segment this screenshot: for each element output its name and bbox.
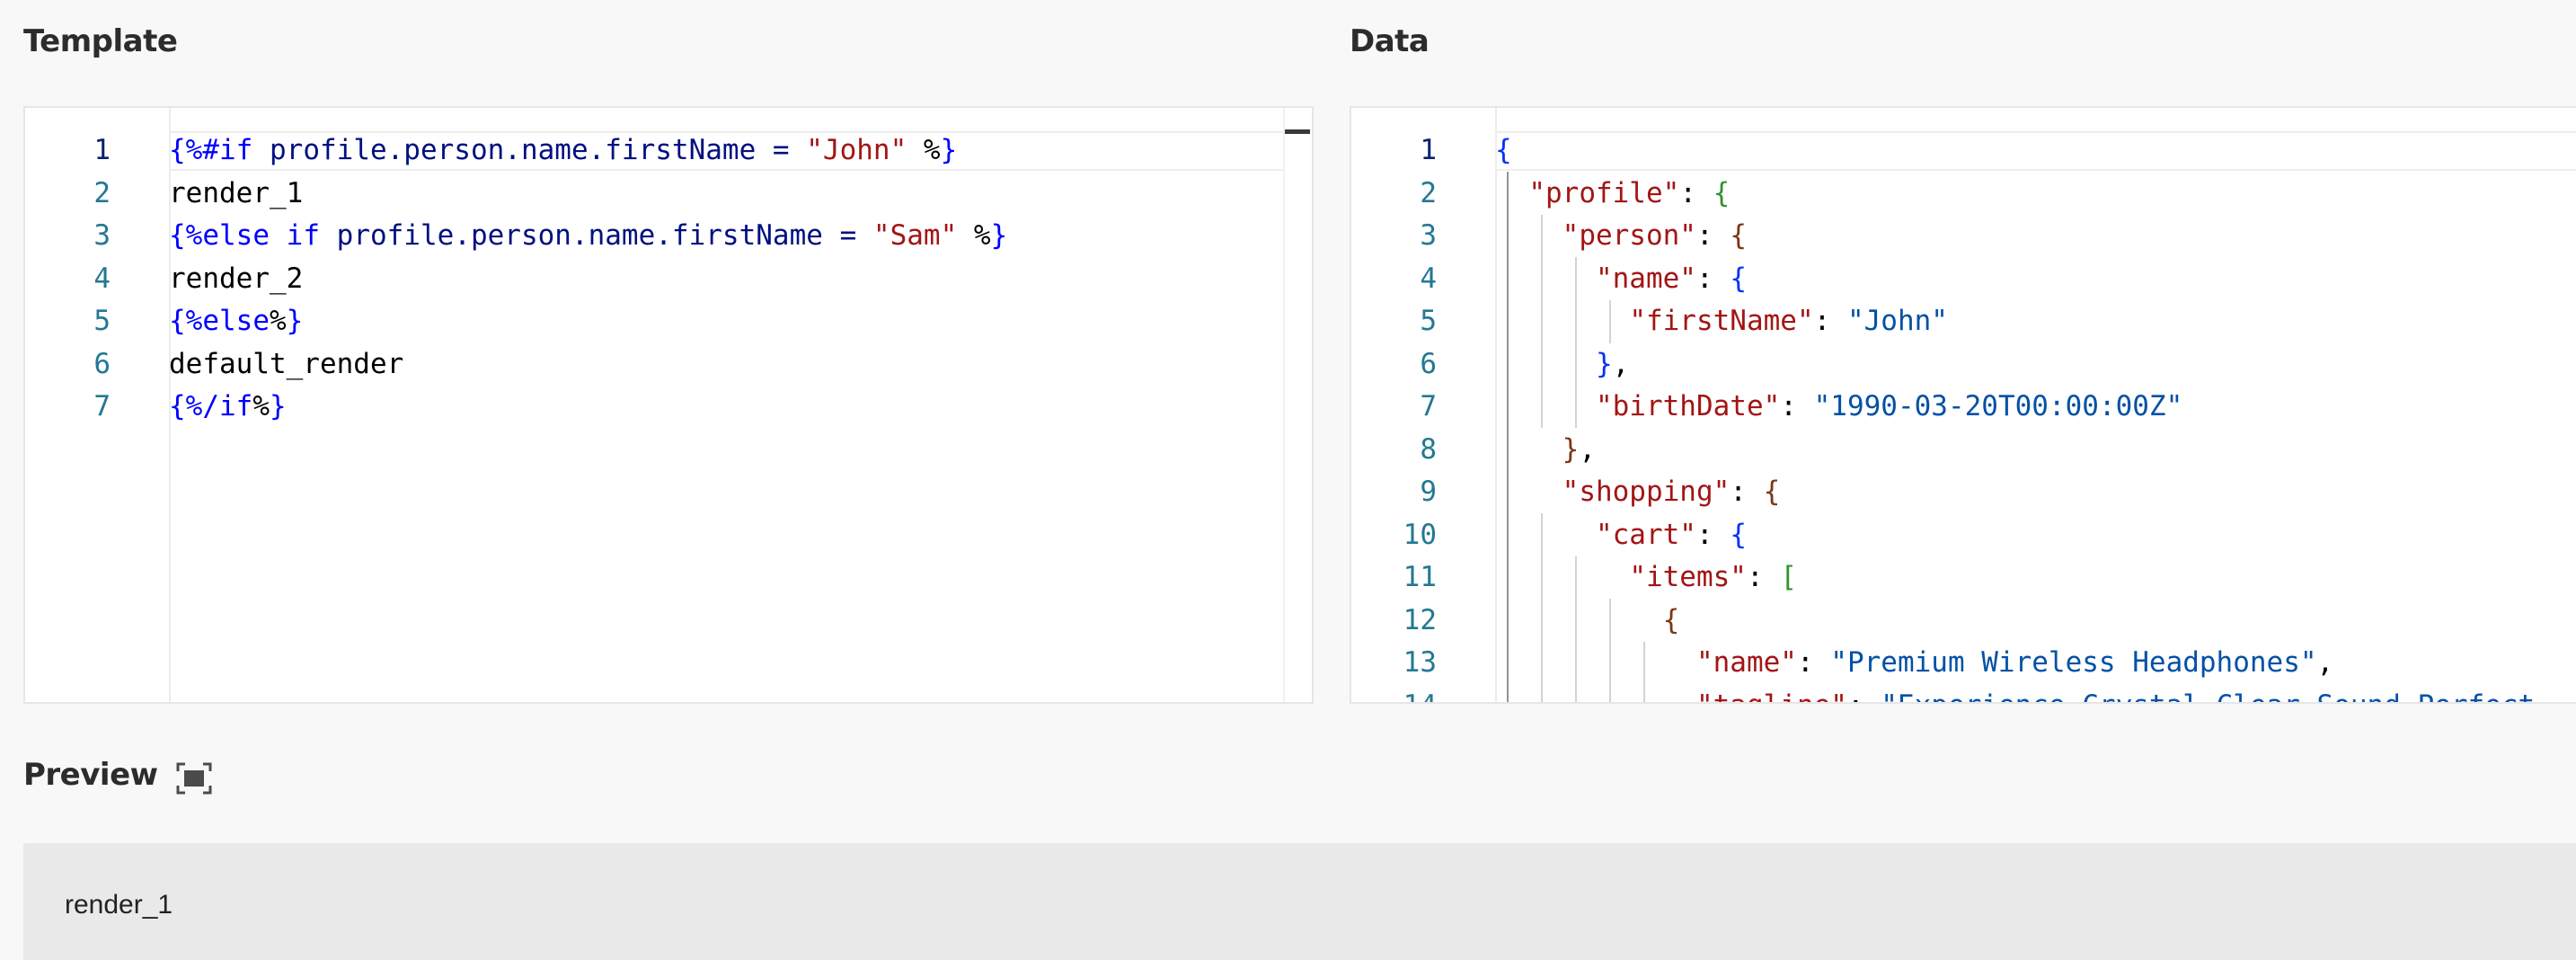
line-number: 4 — [1420, 262, 1437, 295]
line-number: 14 — [1351, 685, 1437, 703]
code-line[interactable]: {%else%} — [169, 300, 1312, 343]
code-line[interactable]: "birthDate": "1990-03-20T00:00:00Z" — [1495, 386, 2576, 429]
code-line[interactable]: "items": [ — [1495, 556, 2576, 600]
line-number: 9 — [1420, 476, 1437, 508]
code-line[interactable]: default_render — [169, 343, 1312, 387]
code-line[interactable]: {%else if profile.person.name.firstName … — [169, 215, 1312, 258]
template-code-area[interactable]: {%#if profile.person.name.firstName = "J… — [169, 108, 1312, 702]
line-number: 3 — [93, 219, 111, 252]
code-line[interactable]: "person": { — [1495, 215, 2576, 258]
data-code-area[interactable]: { "profile": { "person": { "name": { "fi… — [1495, 108, 2576, 702]
line-number: 4 — [93, 262, 111, 295]
code-line[interactable]: "profile": { — [1495, 173, 2576, 216]
code-line[interactable]: "tagline": "Experience Crystal-Clear Sou… — [1495, 685, 2576, 703]
code-line[interactable]: { — [1495, 600, 2576, 643]
code-line[interactable]: { — [1495, 129, 2576, 173]
code-line[interactable]: }, — [1495, 429, 2576, 472]
line-number: 8 — [1420, 432, 1437, 466]
preview-section-title: Preview — [23, 757, 158, 793]
line-number: 6 — [93, 347, 111, 380]
code-line[interactable]: render_1 — [169, 173, 1312, 216]
line-number: 1 — [93, 134, 111, 166]
line-number: 5 — [1420, 305, 1437, 337]
code-line[interactable]: "firstName": "John" — [1495, 300, 2576, 343]
data-code-editor[interactable]: 1 2 3 4 5 6 7 8 9 10 11 12 13 14 { "prof… — [1350, 106, 2576, 704]
code-line[interactable]: "shopping": { — [1495, 471, 2576, 514]
line-number: 7 — [93, 390, 111, 422]
line-number: 6 — [1420, 347, 1437, 380]
data-section-title: Data — [1350, 23, 1430, 59]
template-scrollbar[interactable] — [1283, 108, 1312, 702]
line-number: 2 — [93, 176, 111, 209]
template-line-number-gutter: 1 2 3 4 5 6 7 — [25, 108, 171, 702]
scroll-position-marker — [1285, 129, 1310, 134]
preview-output-text: render_1 — [65, 890, 173, 920]
template-code-editor[interactable]: 1 2 3 4 5 6 7 {%#if profile.person.name.… — [23, 106, 1314, 704]
code-line[interactable]: render_2 — [169, 258, 1312, 301]
code-line[interactable]: {%#if profile.person.name.firstName = "J… — [169, 129, 1312, 173]
code-line[interactable]: {%/if%} — [169, 386, 1312, 429]
code-line[interactable]: }, — [1495, 343, 2576, 387]
line-number: 5 — [93, 305, 111, 337]
code-line[interactable]: "name": "Premium Wireless Headphones", — [1495, 642, 2576, 685]
line-number: 1 — [1420, 134, 1437, 166]
preview-output-panel: render_1 — [23, 843, 2576, 960]
line-number: 7 — [1420, 390, 1437, 422]
line-number: 12 — [1403, 603, 1437, 636]
line-number: 13 — [1403, 646, 1437, 679]
code-line[interactable]: "cart": { — [1495, 514, 2576, 557]
data-line-number-gutter: 1 2 3 4 5 6 7 8 9 10 11 12 13 14 — [1351, 108, 1497, 702]
template-section-title: Template — [23, 23, 178, 59]
fullscreen-icon[interactable] — [176, 762, 212, 795]
line-number: 3 — [1420, 219, 1437, 252]
line-number: 10 — [1403, 518, 1437, 551]
line-number: 11 — [1403, 561, 1437, 593]
code-line[interactable]: "name": { — [1495, 258, 2576, 301]
line-number: 2 — [1420, 176, 1437, 209]
